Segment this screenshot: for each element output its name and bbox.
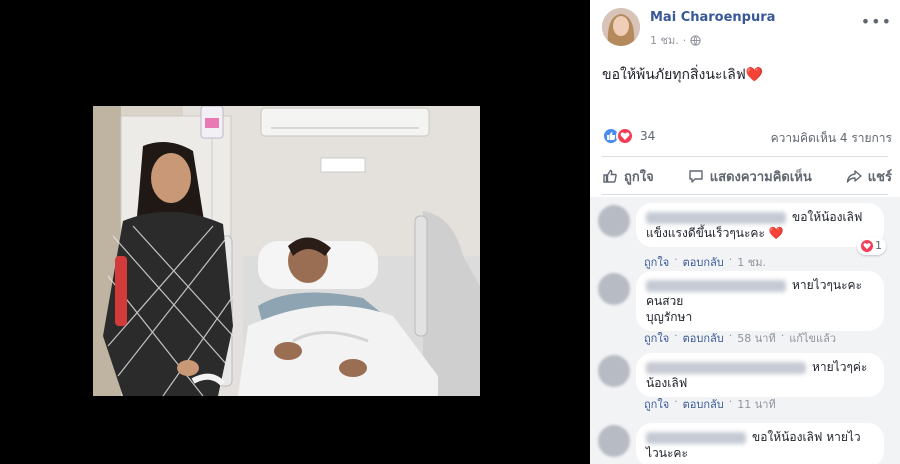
comment-text-line: หายไวๆนะคะ	[792, 278, 863, 292]
more-options-icon[interactable]: •••	[861, 12, 892, 31]
share-label: แชร์	[867, 169, 892, 185]
reaction-icons	[602, 127, 634, 145]
heart-emoji: ❤️	[745, 67, 764, 83]
separator: ·	[728, 329, 733, 342]
comment-bubble: หายไวๆนะคะ คนสวย บุญรักษา	[636, 271, 884, 331]
reaction-count: 34	[640, 129, 656, 143]
edited-label[interactable]: แก้ไขแล้ว	[789, 329, 836, 347]
globe-icon[interactable]	[690, 34, 701, 46]
heart-icon	[861, 240, 873, 252]
comment-text-line: ขอให้น้องเลิฟ หายไว	[752, 430, 861, 444]
comment-reply-link[interactable]: ตอบกลับ	[683, 395, 724, 413]
comment-time[interactable]: 11 นาที	[737, 395, 775, 413]
commenter-avatar[interactable]	[598, 355, 630, 387]
post-text: ขอให้พ้นภัยทุกสิ่งนะเลิฟ❤️	[602, 64, 763, 86]
post-photo[interactable]	[93, 106, 480, 396]
heart-icon	[616, 127, 634, 145]
commenter-avatar[interactable]	[598, 425, 630, 457]
comment-bubble: ขอให้น้องเลิฟ หายไว ไวนะคะ	[636, 423, 884, 464]
share-button[interactable]: แชร์	[846, 166, 892, 187]
author-avatar[interactable]	[602, 8, 640, 46]
comment-text-line: บุญรักษา	[646, 310, 693, 324]
comment-reaction-count: 1	[875, 239, 882, 252]
author-name[interactable]: Mai Charoenpura	[650, 10, 775, 25]
comment-text-line: ไวนะคะ	[646, 446, 688, 460]
post-meta: 1 ชม. ·	[650, 31, 701, 49]
comment-reply-link[interactable]: ตอบกลับ	[683, 253, 724, 271]
separator: ·	[674, 395, 678, 408]
commenter-name-blurred[interactable]	[646, 279, 786, 292]
thumbs-up-icon	[603, 169, 617, 183]
speech-bubble-icon	[689, 170, 703, 183]
post-message: ขอให้พ้นภัยทุกสิ่งนะเลิฟ	[602, 67, 746, 83]
comment-time[interactable]: 1 ชม.	[737, 253, 766, 271]
commenter-avatar[interactable]	[598, 205, 630, 237]
comment-actions: ถูกใจ · ตอบกลับ · 11 นาที	[644, 395, 776, 413]
comment-button[interactable]: แสดงความคิดเห็น	[688, 166, 812, 187]
commenter-name-blurred[interactable]	[646, 211, 786, 224]
post-time[interactable]: 1 ชม.	[650, 31, 679, 49]
comment-actions: ถูกใจ · ตอบกลับ · 1 ชม.	[644, 253, 766, 271]
separator: ·	[728, 253, 733, 266]
separator: ·	[674, 253, 678, 266]
commenter-name-blurred[interactable]	[646, 361, 806, 374]
comment-text-line: ขอให้น้องเลิฟ	[792, 210, 863, 224]
comment-text-line: คนสวย	[646, 294, 684, 308]
separator: ·	[674, 329, 678, 342]
share-arrow-icon	[846, 170, 862, 183]
comment-bubble: หายไวๆค่ะ น้องเลิฟ	[636, 353, 884, 397]
meta-separator: ·	[682, 33, 687, 47]
post-sidebar: Mai Charoenpura 1 ชม. · ••• ขอให้พ้นภัยท…	[590, 0, 900, 464]
photo-viewer	[0, 0, 590, 464]
comment-like-link[interactable]: ถูกใจ	[644, 395, 669, 413]
comment-reply-link[interactable]: ตอบกลับ	[683, 329, 724, 347]
comment-reaction[interactable]: 1	[857, 237, 886, 255]
comment-text-line: แข็งแรงดีขึ้นเร็วๆนะคะ	[646, 226, 765, 240]
separator: ·	[728, 395, 733, 408]
comment-like-link[interactable]: ถูกใจ	[644, 329, 669, 347]
like-button[interactable]: ถูกใจ	[602, 166, 654, 187]
comments-list: ขอให้น้องเลิฟ แข็งแรงดีขึ้นเร็วๆนะคะ ❤️ …	[590, 197, 900, 464]
heart-emoji: ❤️	[768, 226, 784, 240]
comment-like-link[interactable]: ถูกใจ	[644, 253, 669, 271]
post-header: Mai Charoenpura 1 ชม. · •••	[602, 8, 892, 52]
commenter-avatar[interactable]	[598, 273, 630, 305]
comment-bubble: ขอให้น้องเลิฟ แข็งแรงดีขึ้นเร็วๆนะคะ ❤️ …	[636, 203, 886, 255]
comment-count-link[interactable]: ความคิดเห็น 4 รายการ	[771, 129, 892, 148]
post-actions: ถูกใจ แสดงความคิดเห็น แชร์	[602, 160, 892, 192]
reactions-summary[interactable]: 34 ความคิดเห็น 4 รายการ	[602, 127, 892, 147]
divider	[602, 194, 888, 195]
commenter-name-blurred[interactable]	[646, 431, 746, 444]
separator: ·	[780, 329, 785, 342]
comment-text-line: น้องเลิฟ	[646, 376, 688, 390]
divider	[602, 156, 888, 157]
comment-actions: ถูกใจ · ตอบกลับ · 58 นาที · แก้ไขแล้ว	[644, 329, 836, 347]
like-label: ถูกใจ	[624, 169, 654, 185]
comment-text-line: หายไวๆค่ะ	[812, 360, 868, 374]
comment-time[interactable]: 58 นาที	[737, 329, 775, 347]
comment-label: แสดงความคิดเห็น	[709, 169, 812, 185]
